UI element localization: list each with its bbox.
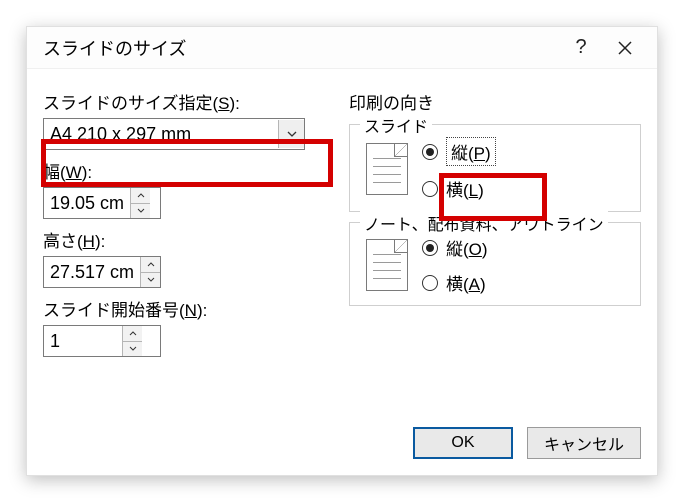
slide-orientation-group: スライド 縦(P) — [349, 124, 641, 212]
notes-landscape-radio[interactable]: 横(A) — [422, 270, 488, 295]
start-number-value: 1 — [44, 326, 122, 356]
slide-size-dropdown[interactable]: A4 210 x 297 mm — [43, 118, 305, 150]
height-stepper[interactable]: 27.517 cm — [43, 256, 161, 288]
orientation-group: スライド 縦(P) — [349, 124, 641, 306]
spinner-down-button[interactable] — [123, 341, 142, 357]
notes-orientation-group: ノート、配布資料、アウトライン 縦(O) — [349, 222, 641, 306]
radio-icon — [422, 181, 438, 197]
notes-portrait-radio[interactable]: 縦(O) — [422, 235, 488, 260]
left-pane: スライドのサイズ指定(S): A4 210 x 297 mm 幅(W): 19.… — [43, 81, 333, 357]
width-value: 19.05 cm — [44, 188, 130, 218]
help-button[interactable]: ? — [559, 28, 603, 68]
radio-icon — [422, 240, 438, 256]
height-value: 27.517 cm — [44, 257, 140, 287]
slide-size-label: スライドのサイズ指定(S): — [43, 89, 333, 114]
spinner-arrows-icon — [140, 257, 160, 287]
spinner-down-button[interactable] — [131, 203, 150, 219]
spinner-down-button[interactable] — [141, 272, 160, 288]
slide-size-dialog: スライドのサイズ ? スライドのサイズ指定(S): A4 210 x 297 m… — [26, 26, 658, 476]
spinner-up-button[interactable] — [141, 257, 160, 272]
titlebar: スライドのサイズ ? — [27, 27, 657, 69]
page-portrait-icon — [366, 239, 408, 291]
dialog-button-bar: OK キャンセル — [413, 427, 641, 459]
radio-icon — [422, 144, 438, 160]
spinner-arrows-icon — [122, 326, 142, 356]
width-stepper[interactable]: 19.05 cm — [43, 187, 161, 219]
slide-size-value: A4 210 x 297 mm — [44, 119, 278, 149]
close-button[interactable] — [603, 28, 647, 68]
ok-button[interactable]: OK — [413, 427, 513, 459]
spinner-up-button[interactable] — [123, 326, 142, 341]
help-icon: ? — [575, 36, 586, 59]
slide-landscape-radio[interactable]: 横(L) — [422, 176, 496, 201]
start-number-stepper[interactable]: 1 — [43, 325, 161, 357]
height-label: 高さ(H): — [43, 227, 333, 252]
spinner-arrows-icon — [130, 188, 150, 218]
spinner-up-button[interactable] — [131, 188, 150, 203]
cancel-button[interactable]: キャンセル — [527, 427, 641, 459]
slide-orientation-legend: スライド — [360, 113, 432, 137]
radio-icon — [422, 275, 438, 291]
dropdown-arrow-icon — [278, 120, 304, 148]
dialog-title: スライドのサイズ — [43, 35, 559, 61]
close-icon — [618, 41, 632, 55]
notes-orientation-legend: ノート、配布資料、アウトライン — [360, 211, 608, 235]
width-label: 幅(W): — [43, 158, 333, 183]
slide-portrait-radio[interactable]: 縦(P) — [422, 137, 496, 166]
right-pane: 印刷の向き スライド — [349, 81, 641, 357]
start-number-label: スライド開始番号(N): — [43, 296, 333, 321]
page-portrait-icon — [366, 143, 408, 195]
orientation-label: 印刷の向き — [349, 89, 641, 114]
